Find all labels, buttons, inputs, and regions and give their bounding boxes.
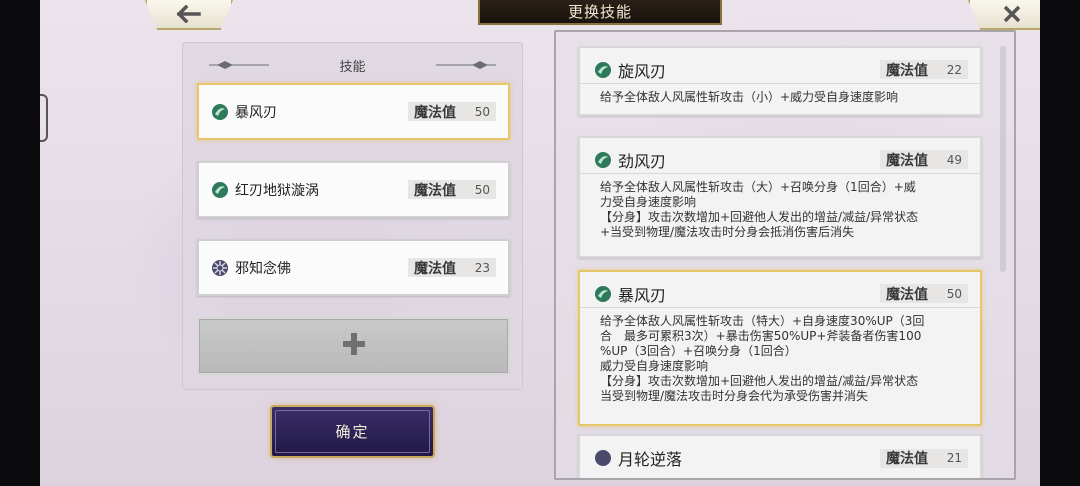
equipped-skill-name: 红刃地狱漩涡 bbox=[235, 182, 319, 199]
skill-card-header: 月轮逆落 魔法值 21 bbox=[580, 444, 980, 472]
dark-icon bbox=[211, 259, 229, 277]
skill-list-panel[interactable]: 旋风刃 魔法值 22 给予全体敌人风属性斩攻击（小）+威力受自身速度影响 劲风刃… bbox=[554, 30, 1016, 480]
equipped-skills-header: 技能 bbox=[183, 55, 522, 75]
skill-description: 给予全体敌人风属性斩攻击（小）+威力受自身速度影响 bbox=[600, 90, 899, 104]
mp-label: 魔法值 bbox=[886, 152, 928, 169]
wind-icon bbox=[594, 61, 612, 79]
skill-name: 月轮逆落 bbox=[618, 450, 683, 469]
skill-description: 给予全体敌人风属性斩攻击（大）+召唤分身（1回合）+威 力受自身速度影响 【分身… bbox=[600, 180, 919, 239]
skill-card-4[interactable]: 月轮逆落 魔法值 21 bbox=[578, 434, 982, 478]
equipped-skill-slot-1[interactable]: 暴风刃 魔法值 50 bbox=[197, 83, 510, 140]
confirm-label: 确定 bbox=[335, 423, 370, 441]
add-skill-button[interactable] bbox=[197, 317, 510, 375]
mp-value: 21 bbox=[946, 451, 962, 465]
close-icon bbox=[1002, 4, 1022, 24]
mp-label: 魔法值 bbox=[414, 104, 456, 121]
mp-cost: 魔法值 23 bbox=[408, 258, 496, 277]
equipped-skills-title: 技能 bbox=[339, 59, 366, 75]
mp-label: 魔法值 bbox=[886, 286, 928, 303]
mp-label: 魔法值 bbox=[414, 182, 456, 199]
mp-label: 魔法值 bbox=[414, 260, 456, 277]
side-handle bbox=[40, 94, 48, 142]
mp-value: 50 bbox=[474, 182, 490, 197]
skill-card-header: 旋风刃 魔法值 22 bbox=[580, 56, 980, 84]
wind-icon bbox=[211, 181, 229, 199]
equipped-skill-slot-2[interactable]: 红刃地狱漩涡 魔法值 50 bbox=[197, 161, 510, 218]
skill-card-header: 暴风刃 魔法值 50 bbox=[580, 280, 980, 308]
skill-name: 暴风刃 bbox=[618, 285, 667, 305]
plus-icon bbox=[340, 330, 368, 362]
skill-description: 给予全体敌人风属性斩攻击（特大）+自身速度30%UP（3回 合 最多可累积3次）… bbox=[600, 314, 925, 403]
game-screen: 更换技能 技能 暴风刃 魔法值 50 红刃地狱漩涡 魔法值 50 邪知念佛 魔法… bbox=[40, 0, 1040, 486]
skill-card-3[interactable]: 暴风刃 魔法值 50 给予全体敌人风属性斩攻击（特大）+自身速度30%UP（3回… bbox=[578, 270, 982, 426]
wind-icon bbox=[594, 285, 612, 303]
equipped-skill-name: 暴风刃 bbox=[235, 104, 277, 121]
arrow-left-icon bbox=[176, 5, 202, 23]
skill-name: 旋风刃 bbox=[618, 61, 667, 81]
mp-value: 49 bbox=[946, 152, 962, 167]
back-button[interactable] bbox=[145, 0, 233, 30]
mp-cost: 魔法值 21 bbox=[880, 448, 968, 468]
mp-value: 50 bbox=[474, 104, 490, 119]
wind-icon bbox=[211, 103, 229, 121]
ornament-left-icon bbox=[209, 59, 269, 74]
mp-value: 23 bbox=[474, 260, 490, 275]
skill-card-header: 劲风刃 魔法值 49 bbox=[580, 146, 980, 174]
skill-name: 劲风刃 bbox=[618, 151, 667, 171]
mp-cost: 魔法值 50 bbox=[880, 284, 968, 303]
equipped-skill-slot-3[interactable]: 邪知念佛 魔法值 23 bbox=[197, 239, 510, 296]
mp-value: 22 bbox=[946, 62, 962, 77]
skill-list-scrollbar[interactable] bbox=[1000, 46, 1006, 272]
mp-label: 魔法值 bbox=[886, 62, 928, 79]
equipped-skill-name: 邪知念佛 bbox=[235, 260, 291, 277]
mp-cost: 魔法值 50 bbox=[408, 102, 496, 121]
skill-card-2[interactable]: 劲风刃 魔法值 49 给予全体敌人风属性斩攻击（大）+召唤分身（1回合）+威 力… bbox=[578, 136, 982, 258]
close-button[interactable] bbox=[968, 0, 1040, 30]
mp-cost: 魔法值 50 bbox=[408, 180, 496, 199]
mp-value: 50 bbox=[946, 286, 962, 301]
ornament-right-icon bbox=[436, 59, 496, 74]
skill-card-1[interactable]: 旋风刃 魔法值 22 给予全体敌人风属性斩攻击（小）+威力受自身速度影响 bbox=[578, 46, 982, 116]
mp-cost: 魔法值 49 bbox=[880, 150, 968, 169]
wind-icon bbox=[594, 151, 612, 169]
equipped-skills-panel: 技能 暴风刃 魔法值 50 红刃地狱漩涡 魔法值 50 邪知念佛 魔法值 23 bbox=[182, 42, 523, 390]
confirm-button[interactable]: 确定 bbox=[270, 405, 435, 458]
mp-cost: 魔法值 22 bbox=[880, 60, 968, 79]
page-title: 更换技能 bbox=[478, 0, 722, 25]
mp-label: 魔法值 bbox=[886, 451, 928, 467]
moon-icon bbox=[594, 449, 612, 467]
